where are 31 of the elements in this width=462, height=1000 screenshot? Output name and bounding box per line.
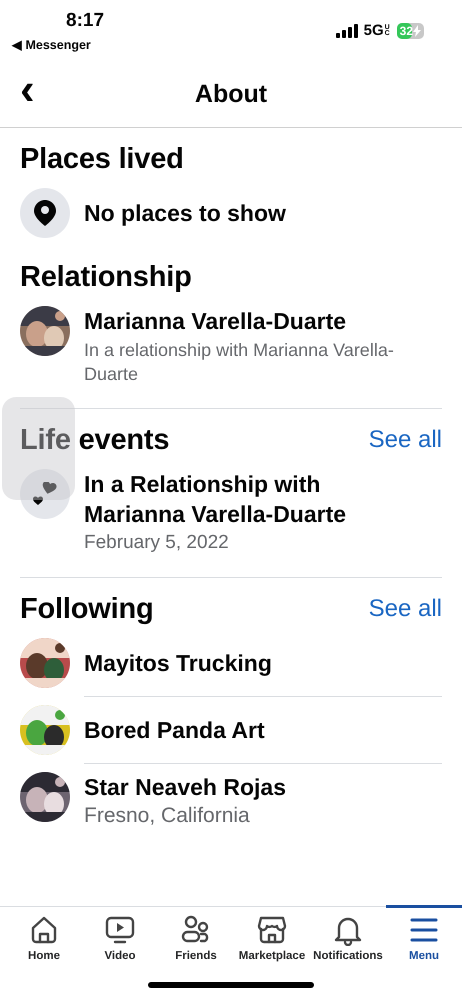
see-all-link[interactable]: See all [368, 426, 442, 454]
video-icon [104, 914, 136, 946]
section-heading: Life events [20, 423, 170, 457]
shop-icon [256, 914, 288, 946]
section-heading: Places lived [20, 142, 184, 176]
back-to-app-link[interactable]: ◀ Messenger [12, 37, 91, 52]
item-title[interactable]: Bored Panda Art [84, 715, 265, 745]
page-title: About [194, 80, 268, 109]
clock-time: 8:17 [66, 10, 104, 32]
floating-button[interactable] [2, 397, 75, 500]
item-title[interactable]: Marianna Varella-Duarte [84, 306, 442, 336]
signal-icon [336, 24, 358, 38]
tab-button[interactable]: Friends [158, 905, 234, 962]
location-pin-icon [34, 200, 56, 226]
tab-button[interactable]: Notifications [310, 905, 386, 962]
tab-button[interactable]: Marketplace [234, 905, 310, 962]
item-subtitle: Fresno, California [84, 804, 251, 828]
item-subtitle: February 5, 2022 [84, 531, 230, 555]
item-title[interactable]: No places to show [84, 198, 286, 228]
tab-button[interactable]: Video [82, 905, 158, 962]
section-heading: Relationship [20, 260, 192, 294]
see-all-link[interactable]: See all [368, 595, 442, 623]
item-title[interactable]: Mayitos Trucking [84, 648, 272, 678]
tab-button[interactable]: Menu [386, 905, 462, 962]
item-title[interactable]: Star Neaveh Rojas [84, 772, 286, 802]
back-button[interactable]: ‹ [16, 68, 39, 112]
section-heading: Following [20, 592, 154, 626]
item-title[interactable]: In a Relationship with Marianna Varella-Duarte [84, 469, 404, 529]
tab-button[interactable]: Home [6, 905, 82, 962]
hearts-icon [32, 482, 58, 506]
item-subtitle: In a relationship with Marianna Varella-Duarte [84, 339, 395, 386]
